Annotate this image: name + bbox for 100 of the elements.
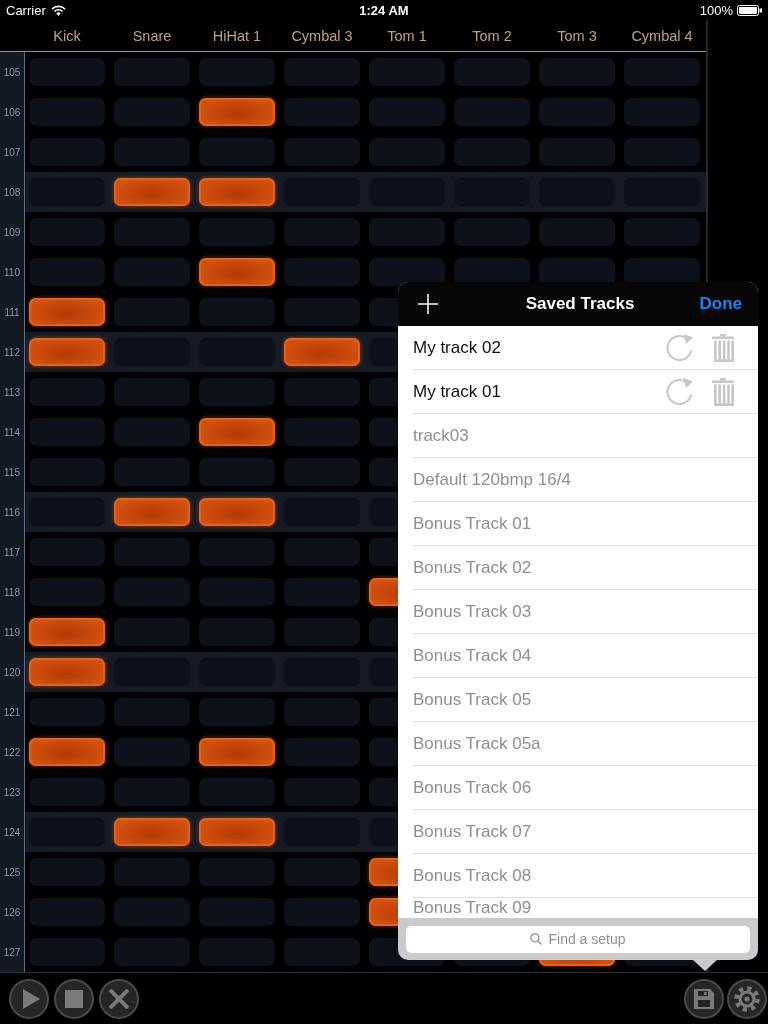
step-pad[interactable] xyxy=(199,938,275,966)
step-pad[interactable] xyxy=(114,938,190,966)
refresh-icon[interactable] xyxy=(665,333,694,362)
active-step-pad[interactable] xyxy=(29,738,105,766)
step-pad[interactable] xyxy=(29,938,105,966)
step-pad[interactable] xyxy=(199,898,275,926)
step-pad[interactable] xyxy=(29,898,105,926)
step-pad[interactable] xyxy=(369,58,445,86)
track-name[interactable]: Bonus Track 08 xyxy=(413,866,532,885)
plus-icon[interactable] xyxy=(418,294,438,314)
step-pad[interactable] xyxy=(284,778,360,806)
step-pad[interactable] xyxy=(29,138,105,166)
step-pad[interactable] xyxy=(624,58,700,86)
step-pad[interactable] xyxy=(114,218,190,246)
step-pad[interactable] xyxy=(284,538,360,566)
active-step-pad[interactable] xyxy=(199,738,275,766)
refresh-icon[interactable] xyxy=(665,377,694,406)
track-name[interactable]: Bonus Track 03 xyxy=(413,602,532,621)
step-pad[interactable] xyxy=(284,58,360,86)
step-pad[interactable] xyxy=(29,858,105,886)
step-pad[interactable] xyxy=(284,578,360,606)
step-pad[interactable] xyxy=(114,538,190,566)
step-pad[interactable] xyxy=(29,378,105,406)
step-pad[interactable] xyxy=(199,458,275,486)
save-button[interactable] xyxy=(684,978,724,1019)
track-name[interactable]: Bonus Track 09 xyxy=(413,898,532,917)
trash-icon[interactable] xyxy=(712,333,734,362)
step-pad[interactable] xyxy=(114,778,190,806)
step-pad[interactable] xyxy=(199,578,275,606)
step-pad[interactable] xyxy=(114,298,190,326)
step-pad[interactable] xyxy=(114,738,190,766)
step-pad[interactable] xyxy=(29,698,105,726)
step-pad[interactable] xyxy=(114,458,190,486)
step-pad[interactable] xyxy=(114,618,190,646)
track-name[interactable]: track03 xyxy=(413,426,469,445)
play-button[interactable] xyxy=(9,978,49,1019)
step-pad[interactable] xyxy=(284,858,360,886)
active-step-pad[interactable] xyxy=(199,818,275,846)
step-pad[interactable] xyxy=(284,898,360,926)
track-name[interactable]: Bonus Track 07 xyxy=(413,822,532,841)
step-pad[interactable] xyxy=(199,778,275,806)
step-pad[interactable] xyxy=(29,258,105,286)
active-step-pad[interactable] xyxy=(199,418,275,446)
step-pad[interactable] xyxy=(539,58,615,86)
active-step-pad[interactable] xyxy=(114,178,190,206)
step-pad[interactable] xyxy=(284,378,360,406)
step-pad[interactable] xyxy=(114,258,190,286)
track-name[interactable]: Bonus Track 05a xyxy=(413,734,541,753)
step-pad[interactable] xyxy=(539,98,615,126)
step-pad[interactable] xyxy=(114,418,190,446)
step-pad[interactable] xyxy=(29,98,105,126)
track-name[interactable]: Bonus Track 06 xyxy=(413,778,532,797)
search-field[interactable]: Find a setup xyxy=(406,925,750,953)
step-pad[interactable] xyxy=(624,218,700,246)
step-pad[interactable] xyxy=(284,458,360,486)
active-step-pad[interactable] xyxy=(29,618,105,646)
step-pad[interactable] xyxy=(369,258,445,286)
step-pad[interactable] xyxy=(284,938,360,966)
clear-button[interactable] xyxy=(99,978,139,1019)
step-pad[interactable] xyxy=(199,538,275,566)
stop-button[interactable] xyxy=(54,978,94,1019)
step-pad[interactable] xyxy=(114,578,190,606)
step-pad[interactable] xyxy=(199,858,275,886)
step-pad[interactable] xyxy=(284,698,360,726)
step-pad[interactable] xyxy=(284,738,360,766)
trash-icon[interactable] xyxy=(712,377,734,406)
step-pad[interactable] xyxy=(284,138,360,166)
step-pad[interactable] xyxy=(284,218,360,246)
step-pad[interactable] xyxy=(29,538,105,566)
step-pad[interactable] xyxy=(284,258,360,286)
step-pad[interactable] xyxy=(454,218,530,246)
step-pad[interactable] xyxy=(454,58,530,86)
step-pad[interactable] xyxy=(284,98,360,126)
step-pad[interactable] xyxy=(29,778,105,806)
step-pad[interactable] xyxy=(114,58,190,86)
step-pad[interactable] xyxy=(114,698,190,726)
step-pad[interactable] xyxy=(29,578,105,606)
step-pad[interactable] xyxy=(284,618,360,646)
settings-button[interactable] xyxy=(727,978,767,1019)
step-pad[interactable] xyxy=(284,298,360,326)
active-step-pad[interactable] xyxy=(114,498,190,526)
step-pad[interactable] xyxy=(199,698,275,726)
step-pad[interactable] xyxy=(29,58,105,86)
step-pad[interactable] xyxy=(114,138,190,166)
active-step-pad[interactable] xyxy=(199,498,275,526)
step-pad[interactable] xyxy=(114,898,190,926)
step-pad[interactable] xyxy=(284,418,360,446)
step-pad[interactable] xyxy=(29,458,105,486)
active-step-pad[interactable] xyxy=(29,658,105,686)
step-pad[interactable] xyxy=(624,98,700,126)
step-pad[interactable] xyxy=(454,98,530,126)
active-step-pad[interactable] xyxy=(199,98,275,126)
step-pad[interactable] xyxy=(539,138,615,166)
active-step-pad[interactable] xyxy=(29,298,105,326)
step-pad[interactable] xyxy=(199,618,275,646)
active-step-pad[interactable] xyxy=(29,338,105,366)
active-step-pad[interactable] xyxy=(114,818,190,846)
step-pad[interactable] xyxy=(199,298,275,326)
track-name[interactable]: My track 01 xyxy=(413,382,501,401)
step-pad[interactable] xyxy=(539,218,615,246)
